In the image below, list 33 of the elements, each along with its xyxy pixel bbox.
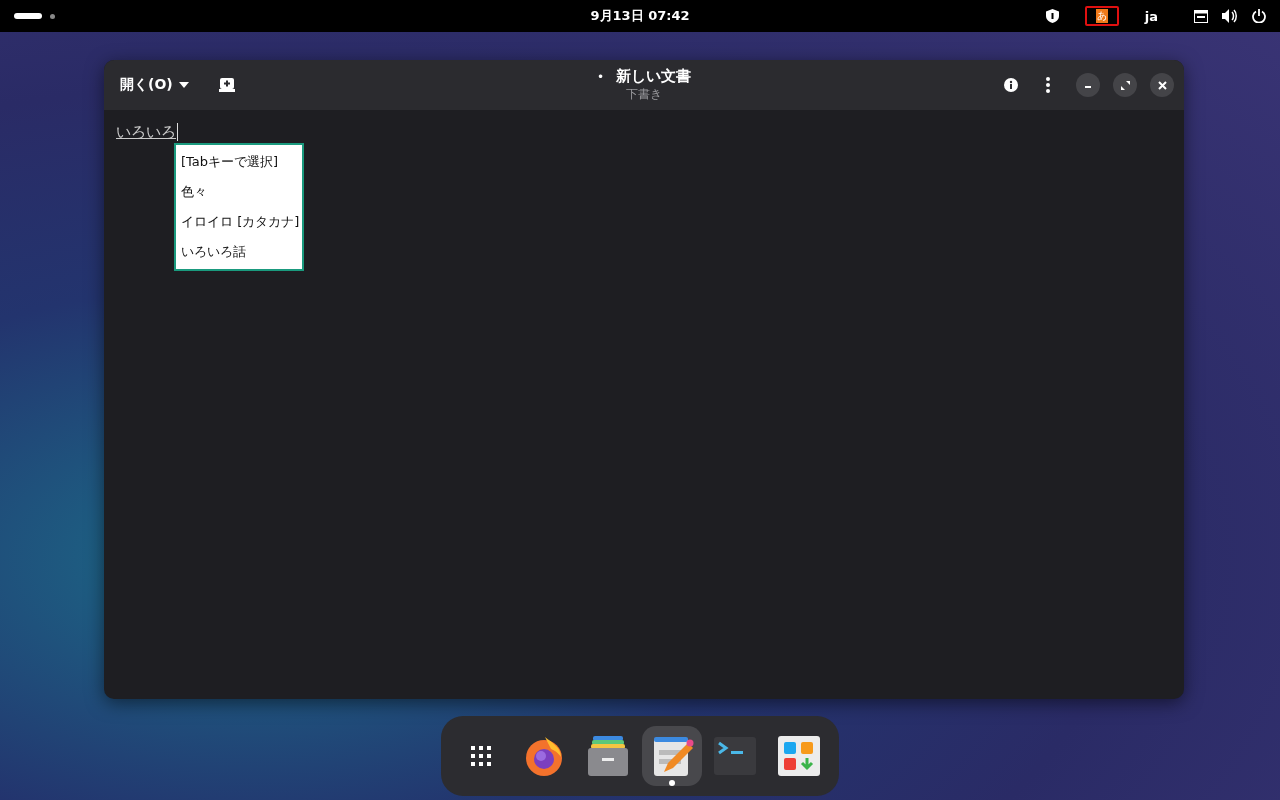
text-area[interactable]: いろいろ [Tabキーで選択] 色々 イロイロ [カタカナ] いろいろ話 [104,110,1184,699]
app-store-icon [778,736,821,776]
maximize-icon [1120,80,1130,90]
close-icon [1157,80,1167,90]
shield-icon[interactable] [1045,9,1059,23]
candidate-item[interactable]: イロイロ [カタカナ] [176,207,302,237]
language-indicator[interactable]: ja [1144,8,1158,24]
candidate-item[interactable]: [Tabキーで選択] [176,147,302,177]
volume-icon[interactable] [1222,9,1238,23]
minimize-button[interactable] [1076,73,1100,97]
terminal-icon [714,737,757,775]
app-grid-icon [469,745,492,767]
info-icon [1004,78,1018,92]
workspace-indicator[interactable] [14,13,42,19]
close-button[interactable] [1150,73,1174,97]
network-icon[interactable] [1194,9,1208,23]
menu-icon [1046,77,1050,93]
maximize-button[interactable] [1113,73,1137,97]
candidate-item[interactable]: いろいろ話 [176,237,302,267]
file-cabinet-icon [587,736,630,776]
running-indicator [668,780,675,786]
modified-indicator: • [596,69,605,84]
power-icon[interactable] [1252,9,1266,23]
candidate-item[interactable]: 色々 [176,177,302,207]
window-title: 新しい文書 [616,67,692,86]
caret-icon [178,82,189,88]
workspace-dot[interactable] [50,13,55,19]
clock[interactable]: 9月13日 07:42 [590,7,690,25]
open-button[interactable]: 開く(O) [114,72,195,98]
window-subtitle: 下書き [626,86,662,103]
preedit-text: いろいろ [116,123,178,141]
new-tab-icon [218,78,235,92]
dock-item[interactable] [641,726,702,786]
